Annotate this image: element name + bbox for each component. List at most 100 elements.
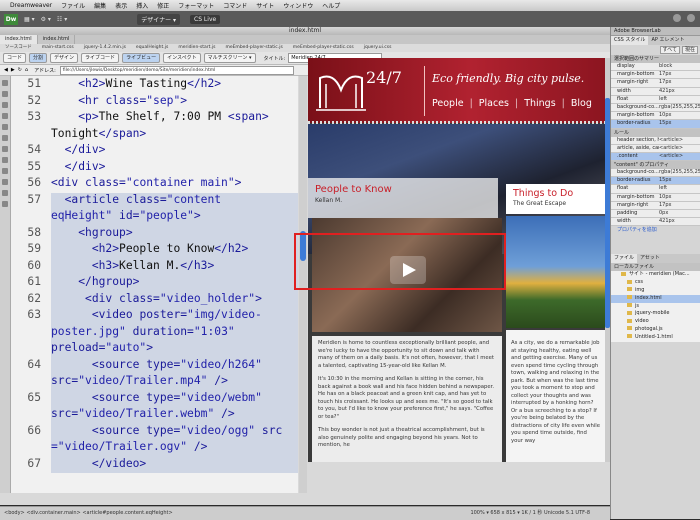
property-row[interactable]: .content <article> (611, 152, 700, 162)
menu-window[interactable]: ウィンドウ (283, 1, 313, 10)
file-item[interactable]: Untitled-1.html (611, 333, 700, 342)
menu-file[interactable]: ファイル (61, 1, 85, 10)
code-line[interactable]: <p>The Shelf, 7:00 PM <span> (51, 110, 268, 123)
multiscreen-button[interactable]: マルチスクリーン ▾ (203, 53, 256, 63)
file-item[interactable]: img (611, 286, 700, 295)
code-line[interactable]: <source type="video/webm" (51, 391, 262, 404)
code-view[interactable]: 51 <h2>Wine Tasting</h2> 52 <hr class="se… (11, 76, 298, 493)
menu-insert[interactable]: 挿入 (136, 1, 148, 10)
menu-format[interactable]: フォーマット (178, 1, 214, 10)
tab-index-html-2[interactable]: index.html (38, 35, 76, 44)
code-line[interactable]: src="video/Trailer.webm" /> (51, 407, 235, 420)
property-value[interactable]: <article> (659, 145, 700, 152)
tag-selector[interactable]: <body> <div.container.main> <article#peo… (4, 507, 173, 519)
code-line[interactable]: <div class="video_holder"> (51, 292, 262, 305)
code-line[interactable]: Tonight</span> (51, 127, 146, 140)
property-row[interactable]: float left (611, 185, 700, 194)
property-row[interactable]: margin-right 17px (611, 79, 700, 88)
code-line[interactable]: preload="auto"> (51, 341, 153, 354)
property-value[interactable]: 10px (659, 194, 700, 201)
syntax-error-icon[interactable] (2, 168, 8, 174)
address-input[interactable]: file:///Users/jlewis/Desktop/meridien/de… (59, 65, 294, 75)
related-file[interactable]: meEmbed-player-static.js (220, 44, 287, 52)
property-row[interactable]: article, aside, canva...<article> (611, 144, 700, 153)
code-line[interactable]: </hgroup> (51, 275, 139, 288)
property-row[interactable]: width 421px (611, 87, 700, 96)
balance-braces-icon[interactable] (2, 135, 8, 141)
property-row[interactable]: background-co...rgba(255,255,255,.. (611, 103, 700, 113)
tab-ap-elements[interactable]: AP エレメント (648, 36, 687, 45)
property-value[interactable]: 17px (659, 71, 700, 78)
property-value[interactable]: left (659, 96, 700, 103)
site-icon[interactable]: ☷ ▾ (57, 16, 67, 23)
forward-icon[interactable]: ▶ (11, 67, 15, 73)
window-min-icon[interactable] (687, 14, 695, 22)
workspace-switcher[interactable]: デザイナー ▾ (137, 13, 181, 25)
expand-all-icon[interactable] (2, 113, 8, 119)
code-line[interactable]: <video poster="img/video- (51, 308, 262, 321)
inspect-button[interactable]: インスペクト (163, 53, 201, 63)
property-value[interactable]: 10px (659, 112, 700, 119)
panel-header[interactable]: Adobe BrowserLab (611, 27, 700, 36)
code-line[interactable]: <hr class="sep"> (51, 94, 187, 107)
rules-section-title[interactable]: ルール (611, 128, 700, 137)
collapse-selection-icon[interactable] (2, 102, 8, 108)
code-line[interactable]: <source type="video/ogg" src (51, 424, 282, 437)
home-icon[interactable]: ⌂ (25, 67, 28, 73)
nav-places[interactable]: Places (479, 98, 509, 109)
file-item[interactable]: jquery-mobile (611, 310, 700, 319)
property-value[interactable]: 17px (659, 79, 700, 86)
current-button[interactable]: 現在 (681, 46, 698, 54)
property-value[interactable]: 15px (659, 120, 700, 127)
extend-icon[interactable]: ⚙ ▾ (41, 16, 51, 23)
file-item[interactable]: index.html (611, 294, 700, 303)
property-row[interactable]: display block (611, 63, 700, 72)
menu-modify[interactable]: 修正 (157, 1, 169, 10)
tab-css-styles[interactable]: CSS スタイル (611, 36, 649, 45)
related-file[interactable]: main-start.css (37, 44, 79, 52)
code-line[interactable]: </div> (51, 143, 106, 156)
line-numbers-icon[interactable] (2, 146, 8, 152)
file-item[interactable]: video (611, 318, 700, 326)
property-row[interactable]: margin-bottom 17px (611, 71, 700, 80)
related-file[interactable]: equalHeight.js (131, 44, 173, 52)
property-value[interactable]: <article> (659, 137, 700, 144)
property-value[interactable]: 421px (659, 218, 700, 225)
code-line[interactable]: </div> (51, 160, 106, 173)
property-row[interactable]: margin-right 17px (611, 201, 700, 210)
property-value[interactable]: rgba(255,255,255... (659, 169, 700, 176)
code-view-button[interactable]: コード (3, 53, 27, 63)
file-item[interactable]: サイト - meridien (Mac... (611, 271, 700, 280)
menu-site[interactable]: サイト (256, 1, 274, 10)
code-line[interactable]: <h2>Wine Tasting</h2> (51, 77, 221, 90)
code-line[interactable]: <h2>People to Know</h2> (51, 242, 248, 255)
code-line[interactable]: <div class="container main"> (51, 176, 241, 189)
related-file[interactable]: jquery.ui.css (359, 44, 397, 52)
property-row[interactable]: border-radius 15px (611, 120, 700, 129)
code-line[interactable]: poster.jpg" duration="1:03" (51, 325, 235, 338)
code-line[interactable]: ="video/Trailer.ogv" /> (51, 440, 207, 453)
menu-help[interactable]: ヘルプ (322, 1, 340, 10)
property-value[interactable]: rgba(255,255,255,.. (659, 104, 700, 111)
remove-comment-icon[interactable] (2, 201, 8, 207)
nav-people[interactable]: People (432, 98, 464, 109)
related-file[interactable]: meridien-start.js (173, 44, 220, 52)
property-row[interactable]: header section, head...<article> (611, 136, 700, 145)
all-button[interactable]: すべて (659, 46, 680, 54)
code-line[interactable]: <article class="content (51, 193, 221, 206)
code-line[interactable]: <hgroup> (51, 226, 132, 239)
word-wrap-icon[interactable] (2, 179, 8, 185)
window-close-icon[interactable] (673, 14, 681, 22)
property-value[interactable]: 421px (659, 88, 700, 95)
things-card-header[interactable]: Things to Do The Great Escape (506, 184, 605, 214)
code-line[interactable]: eqHeight" id="people"> (51, 209, 201, 222)
refresh-icon[interactable]: ↻ (18, 67, 22, 73)
related-file[interactable]: jquery-1.4.2.min.js (79, 44, 131, 52)
tab-assets[interactable]: アセット (637, 254, 663, 263)
menu-view[interactable]: 表示 (115, 1, 127, 10)
property-value[interactable]: <article> (659, 153, 700, 160)
highlight-invalid-code-icon[interactable] (2, 157, 8, 163)
back-icon[interactable]: ◀ (4, 67, 8, 73)
property-row[interactable]: background-co...rgba(255,255,255... (611, 169, 700, 178)
nav-things[interactable]: Things (524, 98, 555, 109)
